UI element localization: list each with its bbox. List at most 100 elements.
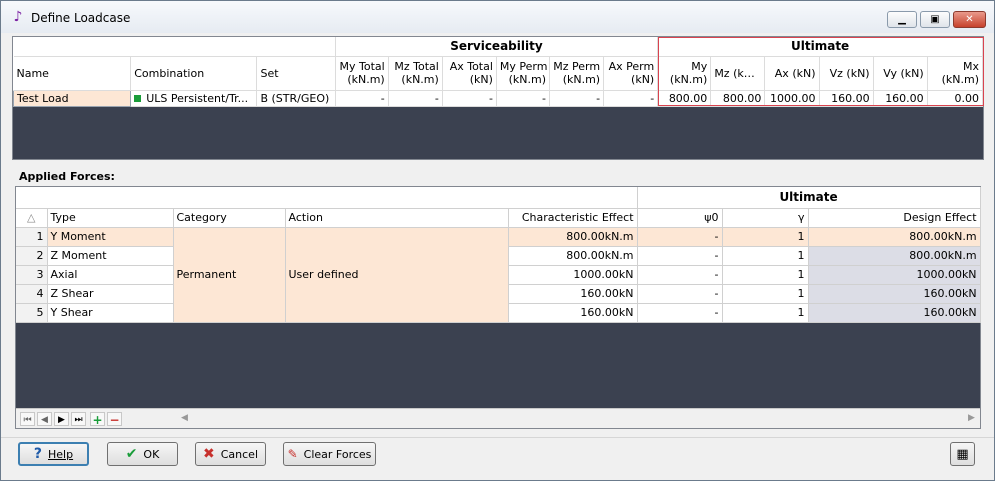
col-psi0[interactable]: ψ0 xyxy=(637,208,723,228)
button-bar: ? Help ✔ OK ✖ Cancel ✎ Clear Forces ▦ xyxy=(1,437,994,481)
calculator-button[interactable]: ▦ xyxy=(950,442,975,466)
gamma-cell[interactable]: 1 xyxy=(722,284,809,304)
row-number[interactable]: 1 xyxy=(16,227,48,247)
psi-cell[interactable]: - xyxy=(637,303,723,323)
characteristic-cell[interactable]: 800.00kN.m xyxy=(508,246,638,266)
col-characteristic-effect[interactable]: Characteristic Effect xyxy=(508,208,638,228)
ok-button[interactable]: ✔ OK xyxy=(107,442,178,466)
checkmark-icon: ✔ xyxy=(125,446,138,462)
col-mz[interactable]: Mz (kN.m) xyxy=(710,56,766,91)
design-cell[interactable]: 160.00kN xyxy=(808,284,981,304)
first-record-icon[interactable]: ⏮ xyxy=(20,412,35,426)
col-vz[interactable]: Vz (kN) xyxy=(819,56,874,91)
prev-record-icon[interactable]: ◀ xyxy=(37,412,52,426)
gamma-cell[interactable]: 1 xyxy=(722,303,809,323)
loadcase-name-field[interactable]: Test Load xyxy=(12,89,132,107)
col-my-total[interactable]: My Total (kN.m) xyxy=(335,56,389,91)
characteristic-cell[interactable]: 800.00kN.m xyxy=(508,227,638,247)
cell-my[interactable]: 800.00 xyxy=(657,90,712,107)
cell-vz[interactable]: 160.00 xyxy=(819,90,874,107)
gamma-cell[interactable]: 1 xyxy=(722,265,809,285)
col-ax-perm[interactable]: Ax Perm (kN) xyxy=(603,56,659,91)
help-button[interactable]: ? Help xyxy=(18,442,89,466)
type-cell[interactable]: Y Moment xyxy=(47,227,174,247)
delete-record-icon[interactable]: − xyxy=(107,412,122,427)
cell-mx[interactable]: 0.00 xyxy=(927,90,984,107)
cell-ax[interactable]: 1000.00 xyxy=(764,90,820,107)
type-cell[interactable]: Z Shear xyxy=(47,284,174,304)
col-design-effect[interactable]: Design Effect xyxy=(808,208,981,228)
set-cell[interactable]: B (STR/GEO) xyxy=(256,90,336,107)
combination-status-icon xyxy=(134,95,142,102)
psi-cell[interactable]: - xyxy=(637,265,723,285)
type-cell[interactable]: Y Shear xyxy=(47,303,174,323)
add-record-icon[interactable]: + xyxy=(90,412,105,427)
col-category[interactable]: Category xyxy=(173,208,286,228)
col-mx[interactable]: Mx (kN.m) xyxy=(927,56,984,91)
col-set[interactable]: Set xyxy=(256,56,336,91)
cell-mz-perm[interactable]: - xyxy=(549,90,605,107)
scroll-left-icon[interactable]: ◀ xyxy=(181,413,188,423)
cell-mz-total[interactable]: - xyxy=(388,90,443,107)
scroll-right-icon[interactable]: ▶ xyxy=(968,413,975,423)
design-cell[interactable]: 800.00kN.m xyxy=(808,246,981,266)
last-record-icon[interactable]: ⏭ xyxy=(71,412,86,426)
row-number[interactable]: 2 xyxy=(16,246,48,266)
characteristic-cell[interactable]: 1000.00kN xyxy=(508,265,638,285)
help-icon: ? xyxy=(33,446,43,462)
applied-ultimate-group-header: Ultimate xyxy=(637,187,981,209)
design-cell[interactable]: 1000.00kN xyxy=(808,265,981,285)
window-title: Define Loadcase xyxy=(31,11,131,25)
category-cell[interactable]: Permanent xyxy=(173,227,286,323)
col-my[interactable]: My (kN.m) xyxy=(657,56,712,91)
col-mz-perm[interactable]: Mz Perm (kN.m) xyxy=(549,56,605,91)
cell-my-perm[interactable]: - xyxy=(496,90,551,107)
type-cell[interactable]: Axial xyxy=(47,265,174,285)
col-action[interactable]: Action xyxy=(285,208,509,228)
cell-ax-total[interactable]: - xyxy=(442,90,497,107)
title-bar: ♪ Define Loadcase ▁ ▣ ✕ xyxy=(1,1,994,33)
cell-vy[interactable]: 160.00 xyxy=(873,90,928,107)
col-ax[interactable]: Ax (kN) xyxy=(764,56,820,91)
clear-forces-button[interactable]: ✎ Clear Forces xyxy=(283,442,376,466)
combination-cell[interactable]: ULS Persistent/Tr... xyxy=(130,90,258,107)
characteristic-cell[interactable]: 160.00kN xyxy=(508,284,638,304)
table-row[interactable]: 1 Y Moment Permanent User defined 800.00… xyxy=(16,227,981,323)
grid-navigator: ⏮ ◀ ▶ ⏭ + − ◀ ▶ xyxy=(16,408,980,428)
row-number[interactable]: 4 xyxy=(16,284,48,304)
cancel-button[interactable]: ✖ Cancel xyxy=(195,442,266,466)
col-type[interactable]: Type xyxy=(47,208,174,228)
next-record-icon[interactable]: ▶ xyxy=(54,412,69,426)
col-vy[interactable]: Vy (kN) xyxy=(873,56,928,91)
applied-forces-grid: Ultimate △ Type Category Action Characte… xyxy=(15,186,981,429)
row-number[interactable]: 5 xyxy=(16,303,48,323)
col-combination[interactable]: Combination xyxy=(130,56,258,91)
col-ax-total[interactable]: Ax Total (kN) xyxy=(442,56,497,91)
characteristic-cell[interactable]: 160.00kN xyxy=(508,303,638,323)
design-cell[interactable]: 800.00kN.m xyxy=(808,227,981,247)
col-my-perm[interactable]: My Perm (kN.m) xyxy=(496,56,551,91)
cell-my-total[interactable]: - xyxy=(335,90,389,107)
cell-ax-perm[interactable]: - xyxy=(603,90,659,107)
maximize-button[interactable]: ▣ xyxy=(920,11,950,28)
gamma-cell[interactable]: 1 xyxy=(722,227,809,247)
psi-cell[interactable]: - xyxy=(637,246,723,266)
gamma-cell[interactable]: 1 xyxy=(722,246,809,266)
col-mz-total[interactable]: Mz Total (kN.m) xyxy=(388,56,443,91)
loadcase-row[interactable]: Test Load ULS Persistent/Tr... B (STR/GE… xyxy=(12,89,984,107)
app-icon: ♪ xyxy=(13,9,23,25)
action-cell[interactable]: User defined xyxy=(285,227,509,323)
serviceability-group-header: Serviceability xyxy=(335,37,659,57)
design-cell[interactable]: 160.00kN xyxy=(808,303,981,323)
psi-cell[interactable]: - xyxy=(637,284,723,304)
minimize-button[interactable]: ▁ xyxy=(887,11,917,28)
type-cell[interactable]: Z Moment xyxy=(47,246,174,266)
cell-mz[interactable]: 800.00 xyxy=(710,90,766,107)
ultimate-group-header: Ultimate xyxy=(657,37,983,57)
sort-indicator-icon[interactable]: △ xyxy=(16,208,48,228)
psi-cell[interactable]: - xyxy=(637,227,723,247)
col-name[interactable]: Name xyxy=(13,56,132,91)
row-number[interactable]: 3 xyxy=(16,265,48,285)
close-button[interactable]: ✕ xyxy=(953,11,986,28)
col-gamma[interactable]: γ xyxy=(722,208,809,228)
